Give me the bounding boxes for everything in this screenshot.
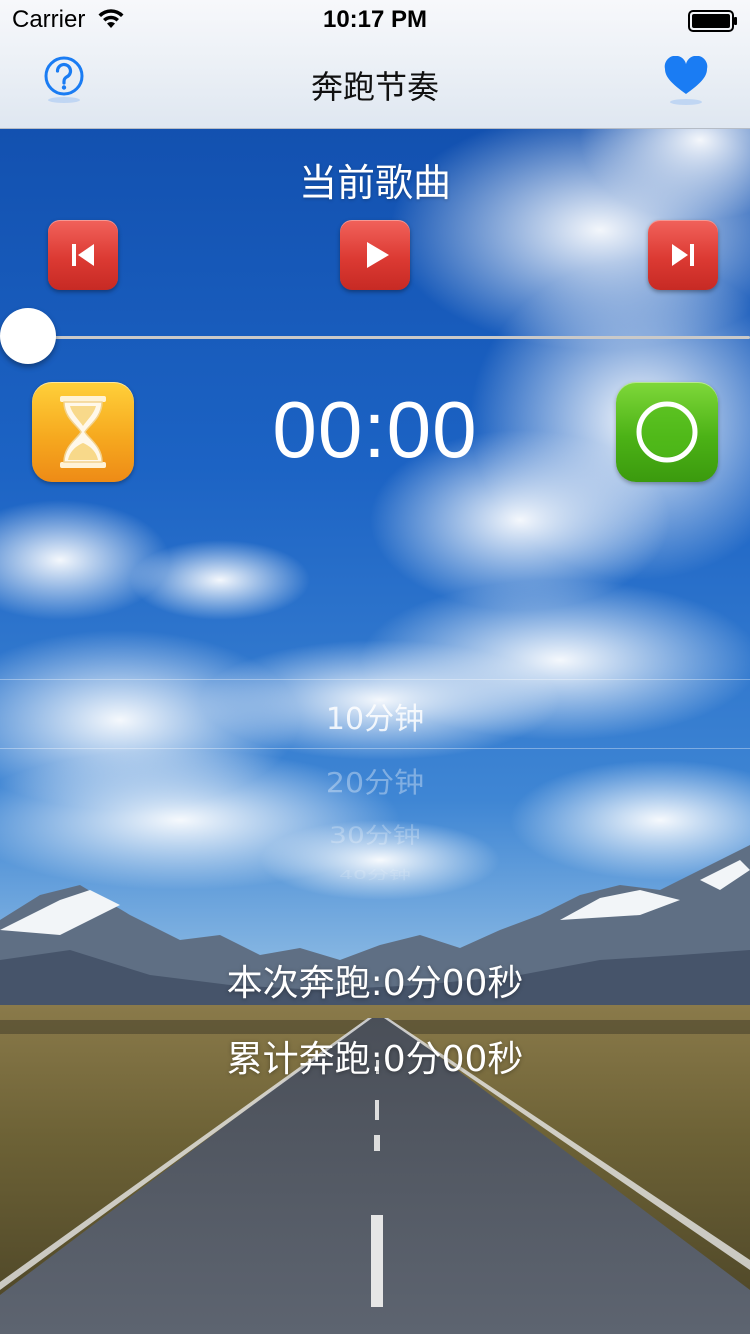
song-progress-track[interactable] <box>30 336 750 339</box>
main-content: 当前歌曲 00:00 10分钟 20分钟 30分钟 40分钟 本次奔跑:0分00… <box>0 128 750 1334</box>
duration-option[interactable]: 30分钟 <box>0 818 750 850</box>
battery-icon <box>688 10 738 36</box>
total-run-stat: 累计奔跑:0分00秒 <box>0 1030 750 1082</box>
navigation-bar: Carrier 10:17 PM 奔跑节奏 <box>0 0 750 129</box>
previous-icon <box>72 244 94 266</box>
play-icon <box>367 242 389 268</box>
status-time: 10:17 PM <box>322 6 428 33</box>
picker-top-divider <box>0 679 750 680</box>
status-bar: Carrier 10:17 PM <box>0 0 750 40</box>
current-run-label: 本次奔跑: <box>226 963 383 1004</box>
record-icon <box>636 401 698 463</box>
current-run-stat: 本次奔跑:0分00秒 <box>0 954 750 1006</box>
total-run-label: 累计奔跑: <box>226 1039 383 1080</box>
picker-bottom-divider <box>0 748 750 749</box>
next-track-button[interactable] <box>648 220 718 290</box>
duration-option-selected[interactable]: 10分钟 <box>0 694 750 738</box>
next-icon <box>672 244 694 266</box>
duration-option[interactable]: 20分钟 <box>0 760 750 800</box>
current-song-title: 当前歌曲 <box>298 161 451 205</box>
song-progress-thumb[interactable] <box>0 308 56 364</box>
favorite-button[interactable] <box>662 55 710 108</box>
play-button[interactable] <box>340 220 410 290</box>
heart-icon <box>664 55 708 105</box>
duration-option[interactable]: 40分钟 <box>0 865 750 883</box>
start-run-button[interactable] <box>616 382 718 482</box>
total-run-value: 0分00秒 <box>382 1039 524 1080</box>
current-run-value: 0分00秒 <box>382 963 524 1004</box>
page-title: 奔跑节奏 <box>310 68 439 106</box>
previous-track-button[interactable] <box>48 220 118 290</box>
